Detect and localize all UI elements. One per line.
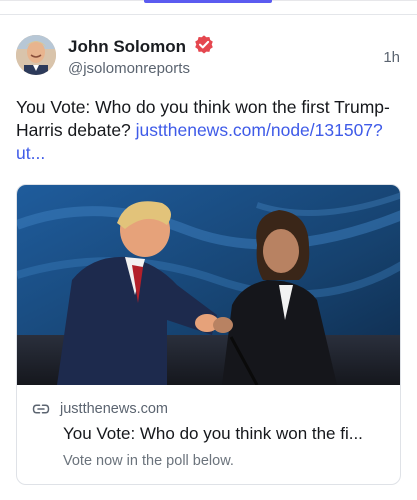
post-text: You Vote: Who do you think won the first… [16,96,401,165]
link-icon [32,404,50,414]
active-tab-indicator [144,0,272,3]
debate-handshake-photo [17,185,400,385]
author-handle[interactable]: @jsolomonreports [68,60,190,77]
link-preview-card[interactable]: justthenews.com You Vote: Who do you thi… [16,184,401,485]
card-domain-row: justthenews.com [32,401,168,417]
card-description: Vote now in the poll below. [63,453,234,469]
card-title[interactable]: You Vote: Who do you think won the fi... [63,424,393,444]
author-name[interactable]: John Solomon [68,37,186,57]
post[interactable]: John Solomon @jsolomonreports 1h You Vot… [0,14,417,485]
avatar[interactable] [16,35,56,75]
verified-badge-icon [195,35,213,54]
post-timestamp: 1h [383,49,400,66]
card-domain: justthenews.com [60,401,168,417]
user-avatar-photo [16,35,56,75]
